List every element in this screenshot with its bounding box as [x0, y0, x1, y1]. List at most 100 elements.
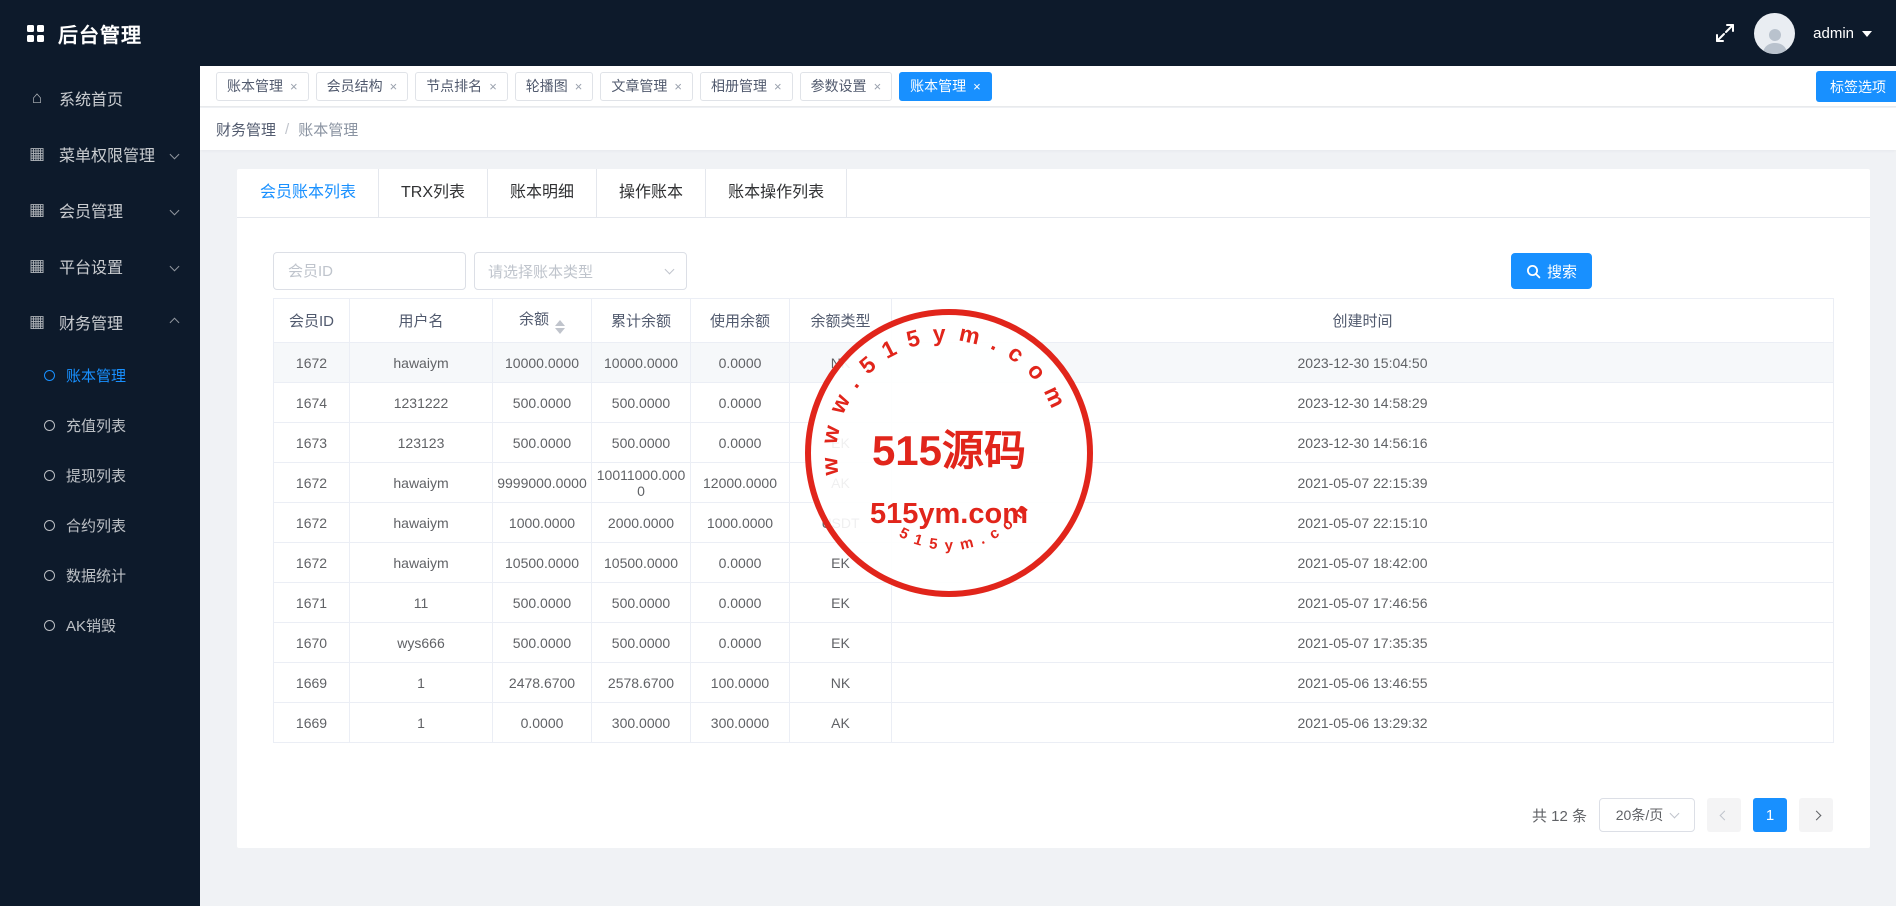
circle-icon: [44, 369, 55, 381]
column-header-label: 余额: [518, 310, 549, 328]
sidebar-subitem-recharge[interactable]: 充值列表: [0, 400, 200, 450]
member-id-input[interactable]: [273, 252, 466, 290]
user-menu[interactable]: admin: [1813, 25, 1872, 42]
search-button-label: 搜索: [1547, 263, 1578, 281]
table-row[interactable]: 1672 hawaiym 10000.0000 10000.0000 0.0000 NK 2…: [273, 342, 1834, 383]
page-size-select[interactable]: 20条/页: [1599, 798, 1695, 832]
tab-chip[interactable]: 会员结构 ×: [315, 71, 409, 101]
header-right: admin: [1714, 0, 1872, 66]
tab-chip-label: 参数设置: [810, 78, 867, 94]
tab-member-ledger-list[interactable]: 会员账本列表: [237, 169, 380, 217]
column-header-created-time: 创建时间: [891, 298, 1834, 343]
search-button[interactable]: 搜索: [1511, 253, 1593, 289]
sidebar-subitem-ak-destroy[interactable]: AK销毁: [0, 600, 200, 650]
ledger-table: 会员ID 用户名 余额 累计余额 使用余额 余额类型 创建时间 1672 hawa…: [273, 298, 1834, 743]
chevron-left-icon: [1719, 810, 1729, 820]
table-cell: hawaiym: [349, 342, 493, 383]
table-cell: 2023-12-30 15:04:50: [891, 342, 1834, 383]
tab-ledger-detail[interactable]: 账本明细: [488, 169, 598, 217]
breadcrumb: 财务管理 / 账本管理: [200, 108, 1896, 150]
grid-icon: ▦: [28, 144, 46, 163]
grid-icon: ▦: [28, 200, 46, 219]
close-icon[interactable]: ×: [575, 80, 583, 93]
table-cell: 500.0000: [492, 622, 592, 663]
circle-icon: [44, 469, 55, 481]
page-1-button[interactable]: 1: [1753, 798, 1787, 832]
table-cell: NK: [789, 662, 892, 703]
tab-chip-label: 会员结构: [326, 78, 383, 94]
table-cell: 2021-05-07 22:15:10: [891, 502, 1834, 543]
table-cell: 0.0000: [690, 422, 790, 463]
fullscreen-icon[interactable]: [1714, 22, 1736, 44]
tab-chip[interactable]: 参数设置 ×: [799, 71, 893, 101]
table-cell: 100.0000: [690, 662, 790, 703]
table-cell: 1: [349, 702, 493, 743]
table-cell: 1672: [273, 342, 350, 383]
tab-trx-list[interactable]: TRX列表: [379, 169, 489, 217]
table-cell: hawaiym: [349, 542, 493, 583]
sort-icons[interactable]: [555, 319, 565, 334]
table-row[interactable]: 1669 1 0.0000 300.0000 300.0000 AK 2021-05-06 …: [273, 702, 1834, 743]
close-icon[interactable]: ×: [874, 80, 882, 93]
circle-icon: [44, 519, 55, 531]
sidebar-subitem-label: 合约列表: [66, 517, 127, 535]
table-row[interactable]: 1672 hawaiym 10500.0000 10500.0000 0.0000 EK 2…: [273, 542, 1834, 583]
sidebar-subitem-ledger[interactable]: 账本管理: [0, 350, 200, 400]
table-row[interactable]: 1673 123123 500.0000 500.0000 0.0000 EK 2023-1…: [273, 422, 1834, 463]
table-cell: EK: [789, 542, 892, 583]
grid-icon: ▦: [28, 256, 46, 275]
sidebar-item-finance[interactable]: ▦ 财务管理: [0, 294, 200, 350]
table-row[interactable]: 1674 1231222 500.0000 500.0000 0.0000 2023-12…: [273, 382, 1834, 423]
logo-area: 后台管理: [0, 19, 200, 48]
close-icon[interactable]: ×: [489, 80, 497, 93]
tab-chip-label: 节点排名: [426, 78, 483, 94]
ledger-type-select[interactable]: 请选择账本类型: [474, 252, 687, 290]
table-cell: 12000.0000: [690, 462, 790, 503]
sidebar-item-home[interactable]: ⌂ 系统首页: [0, 70, 200, 126]
table-row[interactable]: 1672 hawaiym 1000.0000 2000.0000 1000.0000 US…: [273, 502, 1834, 543]
column-header-balance-type: 余额类型: [789, 298, 892, 343]
sidebar-subitem-contract[interactable]: 合约列表: [0, 500, 200, 550]
sidebar-item-label: 系统首页: [59, 92, 124, 109]
next-page-button[interactable]: [1799, 798, 1833, 832]
table-row[interactable]: 1672 hawaiym 9999000.0000 10011000.0000 1200…: [273, 462, 1834, 503]
sidebar: ⌂ 系统首页 ▦ 菜单权限管理 ▦ 会员管理 ▦ 平台设置 ▦ 财务管理 账本管…: [0, 66, 200, 906]
close-icon[interactable]: ×: [674, 80, 682, 93]
tab-chip[interactable]: 节点排名 ×: [415, 71, 508, 101]
tab-ledger-operation-list[interactable]: 账本操作列表: [706, 169, 848, 217]
tab-chip[interactable]: 账本管理 ×: [216, 71, 309, 101]
sidebar-subitem-stats[interactable]: 数据统计: [0, 550, 200, 600]
close-icon[interactable]: ×: [290, 80, 298, 93]
table-cell: 0.0000: [690, 542, 790, 583]
tab-chip[interactable]: 文章管理 ×: [600, 71, 693, 101]
sidebar-item-members[interactable]: ▦ 会员管理: [0, 182, 200, 238]
column-header-username: 用户名: [349, 298, 493, 343]
close-icon[interactable]: ×: [973, 80, 981, 93]
tab-operate-ledger[interactable]: 操作账本: [597, 169, 707, 217]
sidebar-subitem-withdraw[interactable]: 提现列表: [0, 450, 200, 500]
prev-page-button[interactable]: [1707, 798, 1741, 832]
tag-options-button[interactable]: 标签选项: [1816, 71, 1896, 102]
close-icon[interactable]: ×: [390, 80, 398, 93]
person-icon: [1762, 28, 1787, 54]
tab-chip-active[interactable]: 账本管理 ×: [899, 71, 992, 101]
column-header-balance[interactable]: 余额: [492, 298, 592, 343]
sort-desc-icon[interactable]: [555, 327, 565, 334]
app-logo-icon[interactable]: [27, 24, 44, 42]
tab-chip[interactable]: 相册管理 ×: [699, 71, 793, 101]
table-row[interactable]: 1670 wys666 500.0000 500.0000 0.0000 EK 2021-0…: [273, 622, 1834, 663]
sidebar-subitem-label: 账本管理: [66, 367, 127, 385]
circle-icon: [44, 419, 55, 431]
tab-chip-label: 账本管理: [910, 78, 967, 94]
avatar[interactable]: [1754, 12, 1796, 54]
close-icon[interactable]: ×: [774, 80, 782, 93]
sort-asc-icon[interactable]: [555, 319, 565, 326]
table-row[interactable]: 1671 11 500.0000 500.0000 0.0000 EK 2021-05-07…: [273, 582, 1834, 623]
table-row[interactable]: 1669 1 2478.6700 2578.6700 100.0000 NK 2021-05…: [273, 662, 1834, 703]
caret-down-icon: [1862, 31, 1872, 37]
sidebar-item-menu-permissions[interactable]: ▦ 菜单权限管理: [0, 126, 200, 182]
table-cell: hawaiym: [349, 502, 493, 543]
tab-chip[interactable]: 轮播图 ×: [514, 71, 594, 101]
sidebar-item-platform[interactable]: ▦ 平台设置: [0, 238, 200, 294]
breadcrumb-parent[interactable]: 财务管理: [216, 119, 276, 140]
